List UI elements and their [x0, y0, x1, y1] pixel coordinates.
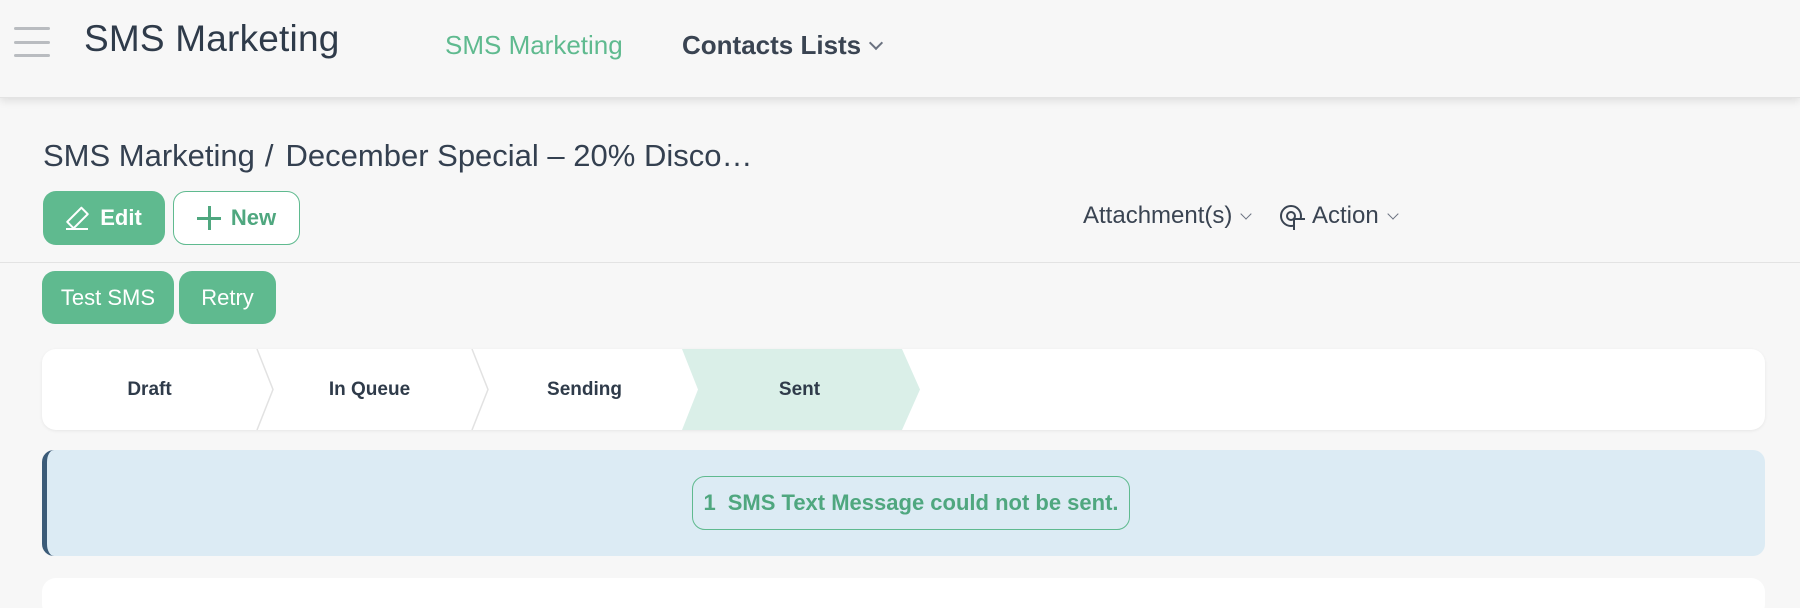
stage-in-queue[interactable]: In Queue — [262, 349, 477, 430]
top-navbar: SMS Marketing SMS Marketing Contacts Lis… — [0, 0, 1800, 98]
alert-banner: 1 SMS Text Message could not be sent. — [42, 450, 1765, 556]
chevron-down-icon — [1240, 207, 1253, 220]
stage-draft[interactable]: Draft — [42, 349, 257, 430]
failed-message: SMS Text Message could not be sent. — [727, 490, 1119, 515]
action-cursor-icon — [1280, 205, 1302, 227]
failed-count: 1 — [703, 490, 716, 515]
failed-messages-button[interactable]: 1 SMS Text Message could not be sent. — [692, 476, 1130, 530]
nav-contacts-lists-label: Contacts Lists — [682, 30, 862, 60]
pencil-icon — [66, 206, 90, 230]
stage-sending[interactable]: Sending — [477, 349, 692, 430]
divider — [0, 262, 1800, 263]
edit-button-label: Edit — [100, 205, 142, 230]
chevron-down-icon — [1387, 207, 1399, 220]
test-sms-button[interactable]: Test SMS — [42, 271, 174, 324]
form-sheet — [42, 578, 1765, 608]
breadcrumb-separator: / — [264, 138, 274, 173]
new-button[interactable]: New — [173, 191, 300, 245]
edit-button[interactable]: Edit — [43, 191, 165, 245]
action-dropdown[interactable]: Action — [1280, 202, 1399, 230]
breadcrumb-current: December Special – 20% Disco… — [285, 138, 753, 173]
nav-contacts-lists[interactable]: Contacts Lists — [682, 30, 884, 61]
attachments-label: Attachment(s) — [1083, 202, 1233, 229]
app-title: SMS Marketing — [84, 18, 340, 59]
attachments-dropdown[interactable]: Attachment(s) — [1083, 202, 1253, 230]
stage-sent[interactable]: Sent — [692, 349, 907, 430]
plus-icon — [196, 206, 221, 230]
breadcrumb: SMS Marketing / December Special – 20% D… — [43, 138, 752, 174]
hamburger-menu-icon[interactable] — [14, 27, 50, 57]
new-button-label: New — [230, 205, 277, 230]
chevron-down-icon — [869, 35, 884, 50]
retry-button[interactable]: Retry — [179, 271, 276, 324]
action-label: Action — [1312, 202, 1379, 229]
status-bar: Draft In Queue Sending Sent — [42, 349, 1765, 430]
breadcrumb-parent[interactable]: SMS Marketing — [43, 138, 255, 174]
nav-sms-marketing[interactable]: SMS Marketing — [445, 30, 623, 61]
